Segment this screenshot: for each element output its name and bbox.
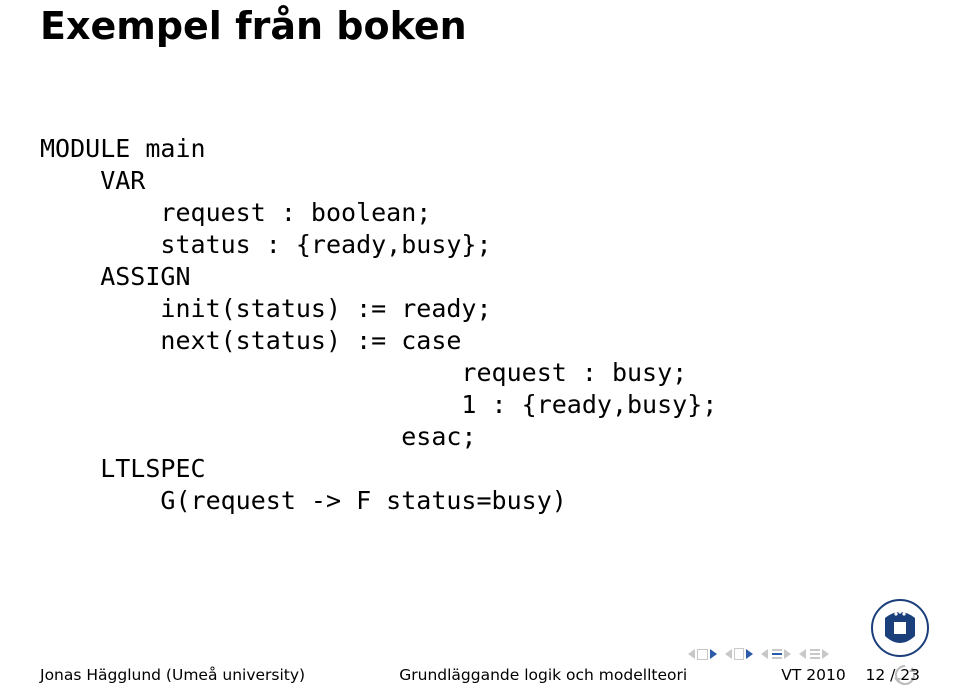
footer-page: VT 2010 12 / 23 <box>781 666 920 684</box>
box-icon <box>697 649 708 660</box>
code-line: esac; <box>40 422 477 451</box>
triangle-right-icon <box>784 649 791 659</box>
triangle-left-icon <box>799 649 806 659</box>
slide-title: Exempel från boken <box>40 0 920 48</box>
triangle-right-icon <box>822 649 829 659</box>
triangle-right-icon <box>710 649 717 659</box>
code-line: request : busy; <box>40 358 687 387</box>
umea-university-logo <box>870 598 930 658</box>
code-line: init(status) := ready; <box>40 294 492 323</box>
triangle-left-icon <box>761 649 768 659</box>
nav-prev-slide[interactable] <box>688 649 717 660</box>
code-line: VAR <box>40 166 145 195</box>
triangle-left-icon <box>688 649 695 659</box>
beamer-navbar <box>687 648 830 660</box>
lines-icon <box>810 649 820 659</box>
nav-prev-section[interactable] <box>725 648 753 660</box>
slide: Exempel från boken MODULE main VAR reque… <box>0 0 960 700</box>
lines-icon <box>772 649 782 659</box>
footer-page-number: 12 / 23 <box>865 666 920 684</box>
code-line: next(status) := case <box>40 326 461 355</box>
triangle-left-icon <box>725 649 732 659</box>
code-line: request : boolean; <box>40 198 431 227</box>
nav-next-subsection[interactable] <box>799 649 829 659</box>
code-block: MODULE main VAR request : boolean; statu… <box>40 133 920 517</box>
footer-author: Jonas Hägglund (Umeå university) <box>40 666 305 684</box>
nav-prev-subsection[interactable] <box>761 649 791 659</box>
triangle-right-icon <box>746 649 753 659</box>
slide-footer: Jonas Hägglund (Umeå university) Grundlä… <box>40 666 920 684</box>
code-line: LTLSPEC <box>40 454 206 483</box>
code-line: status : {ready,busy}; <box>40 230 492 259</box>
code-line: MODULE main <box>40 134 206 163</box>
footer-term: VT 2010 <box>781 666 845 684</box>
doc-icon <box>734 648 744 660</box>
code-line: ASSIGN <box>40 262 191 291</box>
code-line: 1 : {ready,busy}; <box>40 390 717 419</box>
code-line: G(request -> F status=busy) <box>40 486 567 515</box>
footer-course: Grundläggande logik och modellteori <box>305 666 781 684</box>
